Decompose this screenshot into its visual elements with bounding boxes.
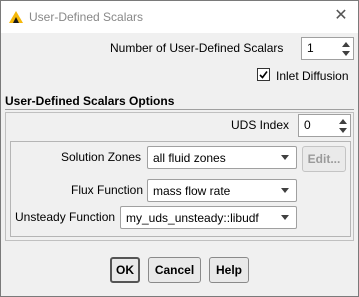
spinner-up-icon[interactable] [342,42,350,47]
edit-button[interactable]: Edit... [302,146,346,172]
ok-button[interactable]: OK [110,257,140,283]
spinner-up-icon[interactable] [339,119,347,124]
spinner-down-icon[interactable] [339,128,347,133]
cancel-button[interactable]: Cancel [148,257,201,283]
title-bar: User-Defined Scalars ✕ [1,1,358,33]
unsteady-function-label: Unsteady Function [15,210,116,224]
unsteady-function-dropdown[interactable]: my_uds_unsteady::libudf [120,206,297,229]
section-divider [5,109,354,110]
dialog-window: User-Defined Scalars ✕ Number of User-De… [0,0,359,297]
options-section-title: User-Defined Scalars Options [5,94,175,108]
uds-count-label: Number of User-Defined Scalars [110,41,284,55]
close-icon[interactable]: ✕ [332,7,350,25]
unsteady-function-value: my_uds_unsteady::libudf [126,211,259,225]
uds-index-label: UDS Index [231,118,290,132]
help-button[interactable]: Help [209,257,249,283]
checkmark-icon [259,71,268,79]
chevron-down-icon [281,215,289,220]
spinner-down-icon[interactable] [342,51,350,56]
flux-function-label: Flux Function [71,183,144,197]
uds-index-value[interactable]: 0 [304,118,311,132]
chevron-down-icon [281,188,289,193]
uds-index-spinner[interactable]: 0 [298,114,351,137]
flux-function-dropdown[interactable]: mass flow rate [147,179,297,202]
spinner-arrows[interactable] [338,116,348,136]
spinner-arrows[interactable] [341,39,351,59]
solution-zones-label: Solution Zones [61,150,142,164]
uds-count-spinner[interactable]: 1 [301,37,354,60]
inlet-diffusion-label: Inlet Diffusion [276,69,349,83]
window-title: User-Defined Scalars [29,10,144,24]
solution-zones-dropdown[interactable]: all fluid zones [147,146,297,169]
ansys-fluent-icon [9,11,23,23]
chevron-down-icon [281,155,289,160]
solution-zones-value: all fluid zones [153,151,226,165]
flux-function-value: mass flow rate [153,184,231,198]
inlet-diffusion-checkbox[interactable] [257,68,270,81]
uds-count-value[interactable]: 1 [307,41,314,55]
